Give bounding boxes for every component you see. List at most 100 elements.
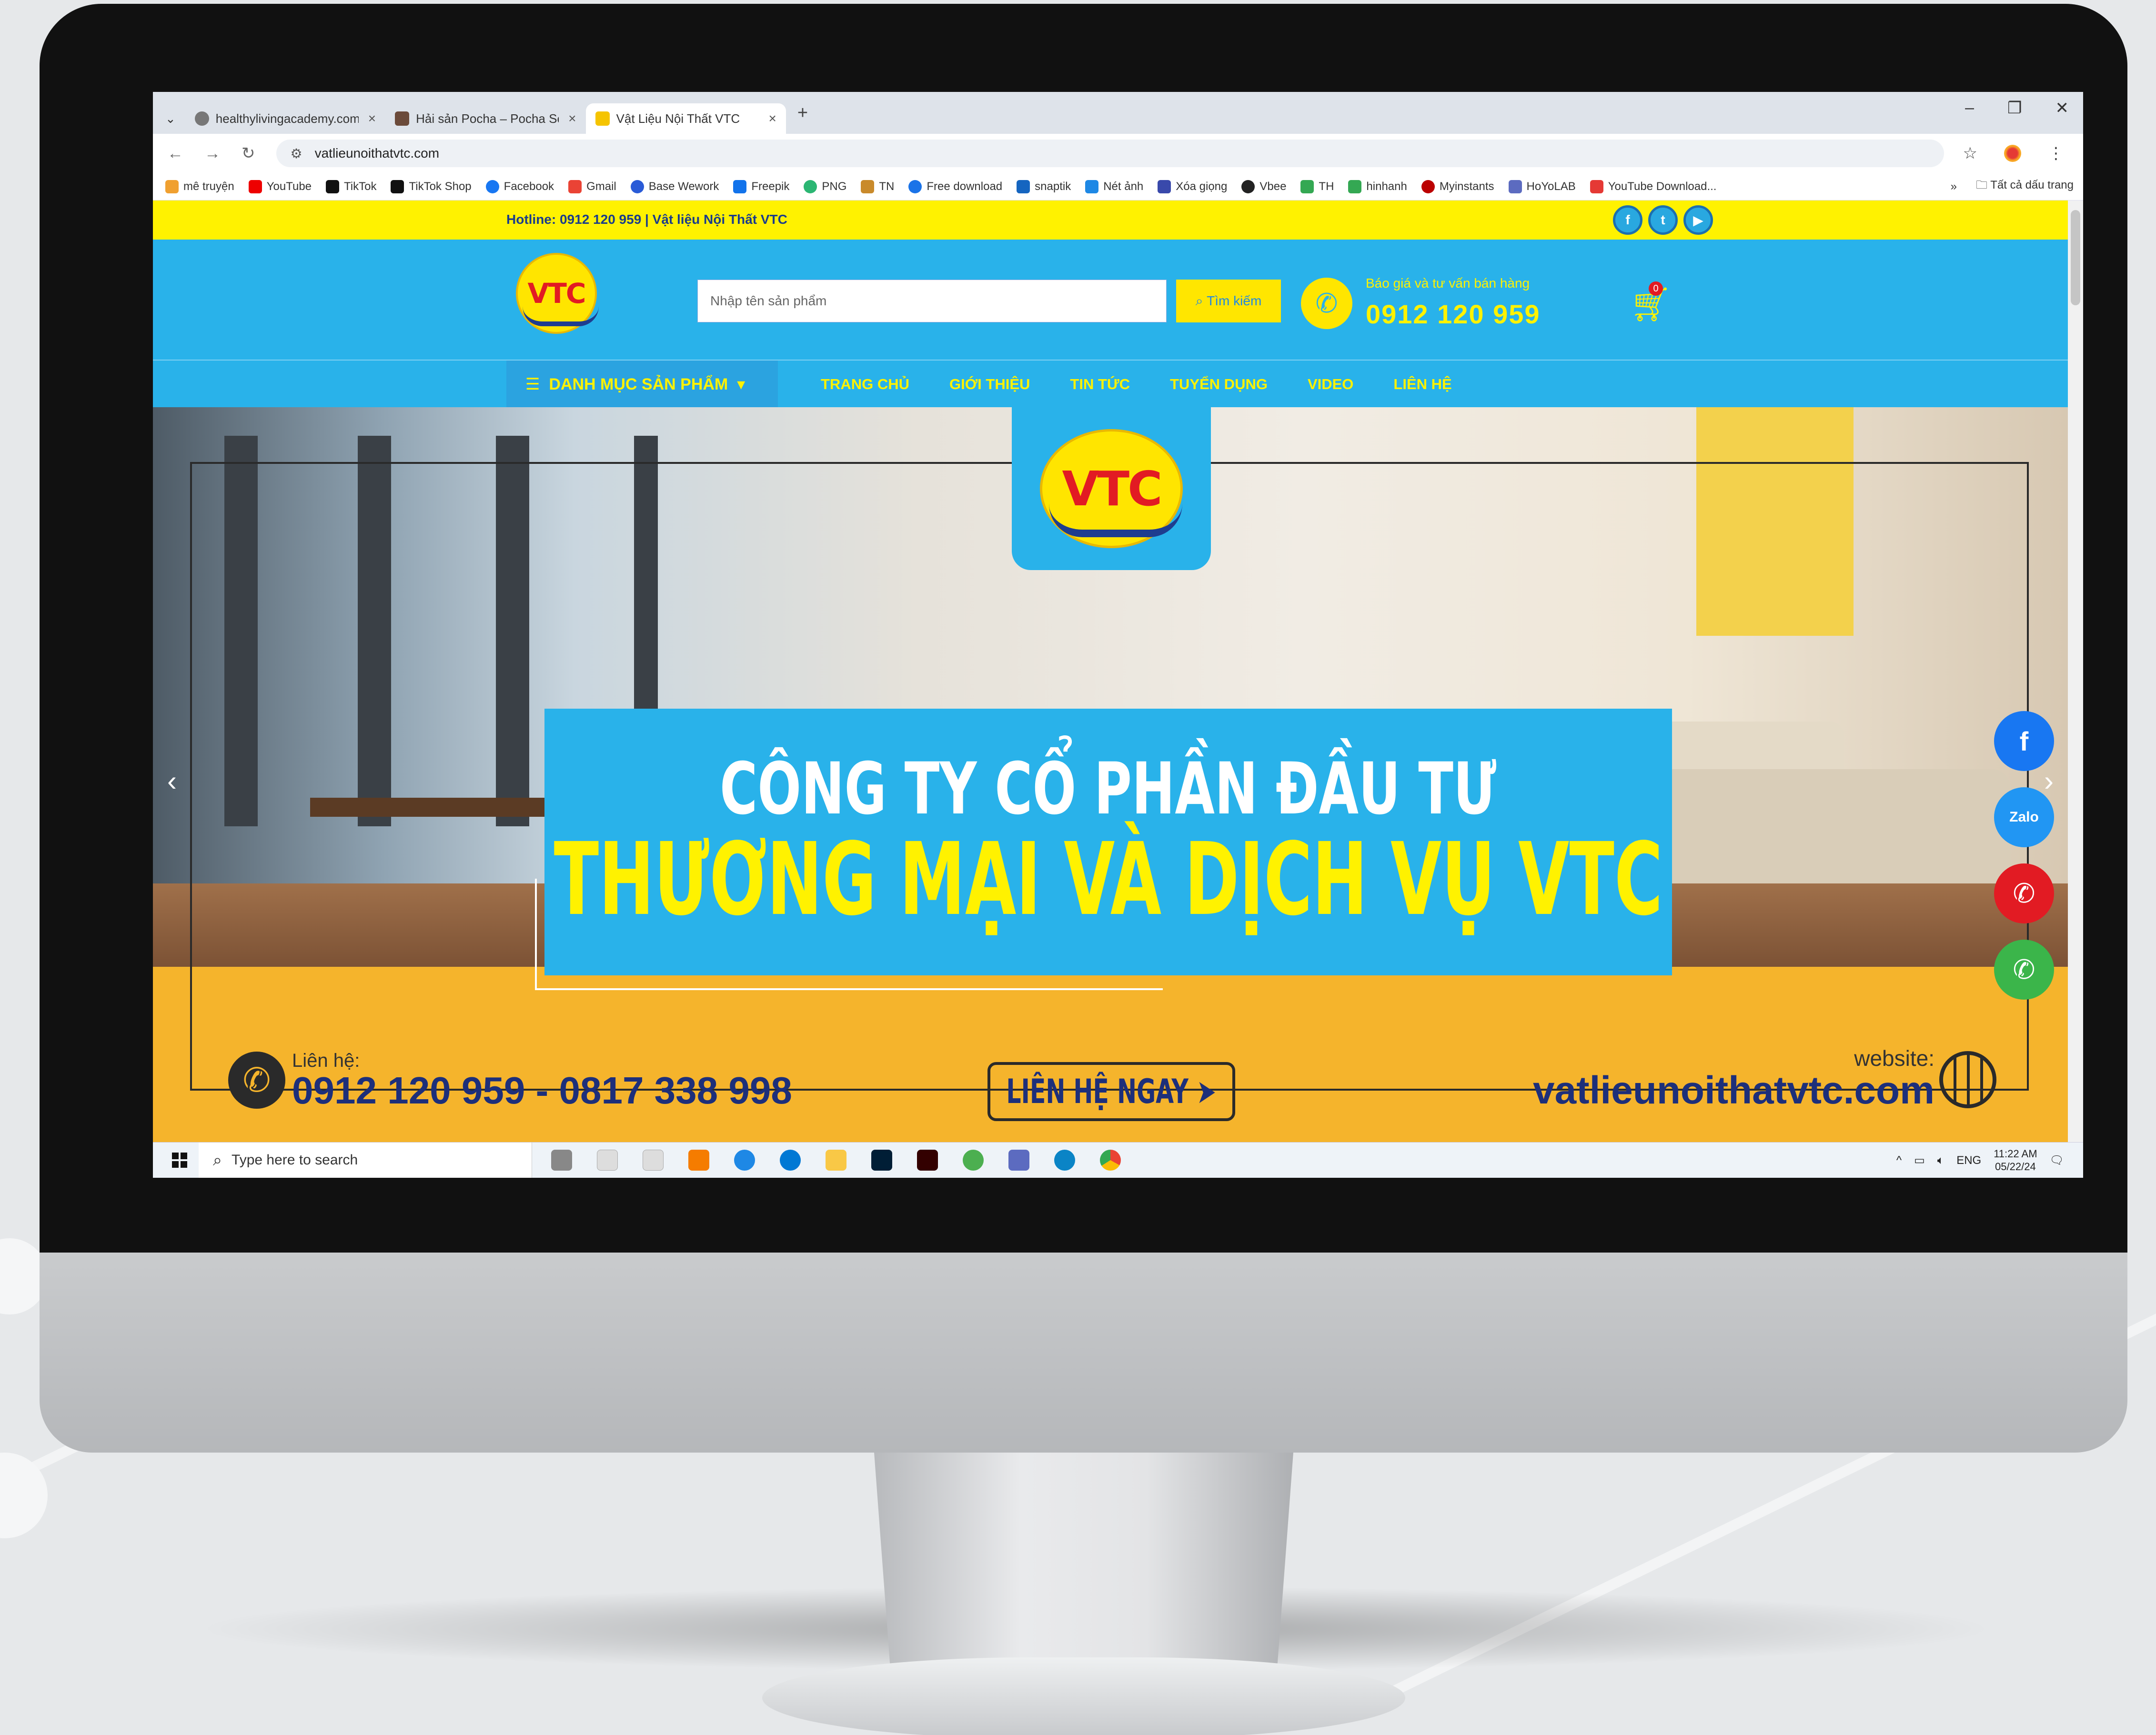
website-url[interactable]: vatlieunoithatvtc.com: [1533, 1071, 1934, 1110]
bookmark-item[interactable]: PNG: [804, 180, 846, 193]
telegram-icon[interactable]: [734, 1150, 755, 1171]
phone-icon: ✆: [1301, 278, 1352, 329]
volume-icon[interactable]: 🔈︎: [1937, 1154, 1944, 1167]
float-zalo-icon[interactable]: Zalo: [1994, 787, 2054, 847]
contact-now-button[interactable]: LIÊN HỆ NGAY ➤: [987, 1062, 1235, 1121]
bookmark-item[interactable]: Xóa giọng: [1158, 180, 1227, 193]
bookmark-item[interactable]: TH: [1300, 180, 1334, 193]
app-icon[interactable]: [963, 1150, 984, 1171]
twitter-icon[interactable]: t: [1648, 205, 1678, 235]
zalo-icon[interactable]: [780, 1150, 801, 1171]
bookmark-item[interactable]: HoYoLAB: [1508, 180, 1576, 193]
close-window-icon[interactable]: ✕: [2055, 99, 2069, 118]
file-icon[interactable]: [643, 1150, 664, 1171]
nav-careers[interactable]: TUYỂN DỤNG: [1170, 376, 1268, 393]
facebook-icon[interactable]: f: [1613, 205, 1642, 235]
bookmark-item[interactable]: TikTok: [326, 180, 376, 193]
file-explorer-icon[interactable]: [826, 1150, 846, 1171]
tab-search-icon[interactable]: ⌄: [165, 111, 176, 126]
windows-start-icon[interactable]: [165, 1146, 194, 1174]
browser-tab[interactable]: healthylivingacademy.com ×: [185, 103, 385, 134]
phone-icon: ✆: [228, 1051, 285, 1109]
minimize-icon[interactable]: –: [1965, 99, 1974, 118]
nav-news[interactable]: TIN TỨC: [1070, 376, 1130, 393]
bookmark-item[interactable]: Myinstants: [1421, 180, 1494, 193]
chrome-icon[interactable]: [1100, 1150, 1121, 1171]
bookmark-label: mê truyện: [183, 180, 234, 193]
bookmark-item[interactable]: TN: [861, 180, 894, 193]
bookmark-item[interactable]: snaptik: [1017, 180, 1071, 193]
bookmark-item[interactable]: Freepik: [733, 180, 789, 193]
bookmark-item[interactable]: TikTok Shop: [391, 180, 472, 193]
reload-icon[interactable]: ↻: [242, 144, 255, 163]
slider-prev-icon[interactable]: ‹: [167, 764, 177, 797]
float-call-icon[interactable]: ✆: [1994, 863, 2054, 923]
site-logo[interactable]: VTC: [516, 253, 599, 334]
bookmark-item[interactable]: YouTube Download...: [1590, 180, 1716, 193]
forward-icon[interactable]: →: [204, 144, 221, 163]
extension-icon[interactable]: [2004, 145, 2021, 162]
bookmarks-more-button[interactable]: »: [1951, 180, 1957, 193]
bookmark-star-icon[interactable]: ☆: [1963, 144, 1977, 163]
bookmark-item[interactable]: hinhanh: [1348, 180, 1407, 193]
tray-network-icon[interactable]: ▭: [1914, 1153, 1925, 1167]
nav-video[interactable]: VIDEO: [1308, 376, 1353, 393]
scrollbar-thumb[interactable]: [2071, 210, 2080, 305]
task-view-icon[interactable]: [551, 1150, 572, 1171]
company-name-banner: CÔNG TY CỔ PHẦN ĐẦU TƯ THƯƠNG MẠI VÀ DỊC…: [544, 709, 1672, 975]
contact-numbers[interactable]: 0912 120 959 - 0817 338 998: [292, 1072, 792, 1110]
header-phone[interactable]: 0912 120 959: [1366, 299, 1541, 330]
category-menu-button[interactable]: ☰ DANH MỤC SẢN PHẨM ▾: [506, 361, 778, 408]
float-phone-icon[interactable]: ✆: [1994, 940, 2054, 1000]
edge-icon[interactable]: [1054, 1150, 1075, 1171]
nav-contact[interactable]: LIÊN HỆ: [1393, 376, 1451, 393]
bookmark-item[interactable]: Facebook: [485, 180, 554, 193]
bookmarks-overflow: » 🗀 Tất cả dấu trang: [1951, 177, 2074, 196]
all-bookmarks-button[interactable]: 🗀 Tất cả dấu trang: [1976, 177, 2074, 196]
bookmark-item[interactable]: Base Wework: [630, 180, 719, 193]
float-facebook-icon[interactable]: f: [1994, 711, 2054, 771]
notifications-icon[interactable]: 🗨︎: [2050, 1153, 2064, 1167]
nav-home[interactable]: TRANG CHỦ: [821, 376, 909, 393]
base-icon: [630, 180, 644, 193]
illustrator-icon[interactable]: [917, 1150, 938, 1171]
file-icon[interactable]: [597, 1150, 618, 1171]
restore-icon[interactable]: ❐: [2007, 99, 2022, 118]
back-icon[interactable]: ←: [167, 144, 183, 163]
language-indicator[interactable]: ENG: [1956, 1154, 1981, 1167]
menu-kebab-icon[interactable]: ⋮: [2048, 144, 2064, 163]
page-scrollbar[interactable]: [2068, 201, 2083, 1142]
browser-tab[interactable]: Hải sản Pocha – Pocha Seafood ×: [385, 103, 585, 134]
close-icon[interactable]: ×: [568, 111, 576, 126]
slider-next-icon[interactable]: ›: [2044, 764, 2054, 797]
taskbar-search-input[interactable]: ⌕ Type here to search: [199, 1142, 532, 1178]
hero-website: website: vatlieunoithatvtc.com: [1533, 1045, 1996, 1110]
close-icon[interactable]: ×: [368, 111, 376, 126]
bookmark-label: PNG: [822, 180, 847, 193]
bookmark-item[interactable]: mê truyện: [165, 180, 234, 193]
bookmark-item[interactable]: Vbee: [1241, 180, 1286, 193]
tray-chevron-icon[interactable]: ^: [1896, 1154, 1902, 1167]
bookmark-item[interactable]: Free download: [908, 180, 1002, 193]
pocha-icon: [395, 111, 410, 126]
bookmark-item[interactable]: YouTube: [248, 180, 312, 193]
search-button[interactable]: ⌕ Tìm kiếm: [1176, 280, 1281, 322]
new-tab-button[interactable]: +: [797, 103, 808, 123]
taskbar-search-placeholder: Type here to search: [232, 1152, 358, 1168]
app-icon[interactable]: [688, 1150, 709, 1171]
download-icon: [908, 180, 922, 193]
windows-taskbar: ⌕ Type here to search ^ ▭ 🔈︎ ENG 11:22 A…: [153, 1142, 2083, 1178]
product-search-input[interactable]: Nhập tên sản phẩm: [697, 280, 1167, 322]
url-input[interactable]: ⚙ vatlieunoithatvtc.com: [276, 140, 1944, 167]
close-icon[interactable]: ×: [769, 111, 776, 126]
nav-about[interactable]: GIỚI THIỆU: [949, 376, 1030, 393]
app-icon[interactable]: [1008, 1150, 1029, 1171]
site-info-icon[interactable]: ⚙: [291, 146, 302, 161]
youtube-icon[interactable]: ▶: [1683, 205, 1713, 235]
bookmark-item[interactable]: Gmail: [568, 180, 616, 193]
bookmark-item[interactable]: Nét ảnh: [1085, 180, 1143, 193]
clock[interactable]: 11:22 AM 05/22/24: [1994, 1148, 2037, 1173]
photoshop-icon[interactable]: [871, 1150, 892, 1171]
window-controls: – ❐ ✕: [1965, 99, 2069, 118]
browser-tab-active[interactable]: Vật Liệu Nội Thất VTC ×: [585, 103, 786, 134]
